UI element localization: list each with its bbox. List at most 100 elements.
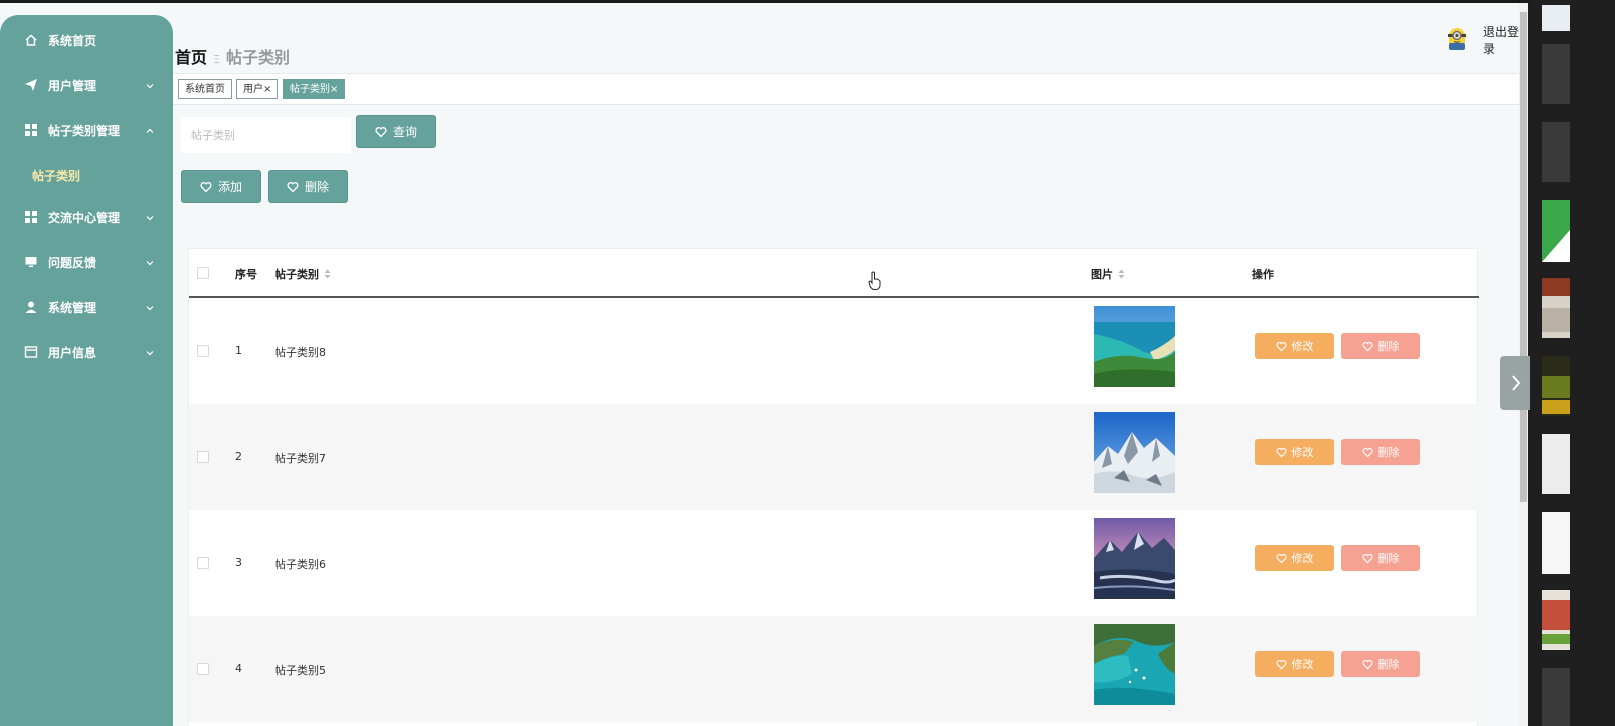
breadcrumb-home[interactable]: 首页 (175, 48, 207, 67)
column-header-category[interactable]: 帖子类别 (275, 266, 331, 282)
thumbnail[interactable] (1542, 122, 1570, 182)
edit-button[interactable]: 修改 (1255, 651, 1334, 677)
heart-icon (1361, 553, 1373, 563)
delete-button[interactable]: 删除 (1341, 439, 1420, 465)
row-category: 帖子类别6 (275, 558, 326, 571)
column-header-actions: 操作 (1252, 268, 1274, 281)
sidebar-item-user-info[interactable]: 用户信息 (0, 334, 173, 370)
mountain-lake-dusk-photo[interactable] (1094, 518, 1175, 599)
delete-button-label: 删除 (1377, 446, 1400, 459)
row-checkbox[interactable] (197, 345, 209, 357)
row-category: 帖子类别7 (275, 452, 326, 465)
sidebar-item-label: 帖子类别管理 (48, 123, 121, 138)
select-all-checkbox[interactable] (197, 267, 209, 279)
edit-button-label: 修改 (1291, 446, 1314, 459)
row-checkbox[interactable] (197, 663, 209, 675)
sidebar-item-exchange-center[interactable]: 交流中心管理 (0, 199, 173, 235)
next-panel-button[interactable] (1500, 356, 1532, 410)
tag-home[interactable]: 系统首页 (178, 79, 232, 99)
sort-icon (324, 269, 331, 279)
column-header-image[interactable]: 图片 (1091, 266, 1125, 282)
category-table: 序号 帖子类别 图片 操作 1 帖子类别8 修改 删除 2 帖子类别7 修改 删… (188, 248, 1479, 726)
thumbnail[interactable] (1542, 590, 1570, 650)
column-header-label: 图片 (1091, 268, 1113, 281)
thumbnail[interactable] (1542, 44, 1570, 104)
delete-button-label: 删除 (1377, 340, 1400, 353)
thumbnail[interactable] (1542, 200, 1570, 262)
column-header-index: 序号 (235, 268, 257, 281)
row-index: 2 (235, 450, 242, 463)
sidebar-item-label: 系统管理 (48, 300, 97, 315)
edit-button[interactable]: 修改 (1255, 333, 1334, 359)
heart-icon (1361, 447, 1373, 457)
breadcrumb: 首页 Ξ 帖子类别 (175, 44, 290, 68)
snowy-mountains-photo[interactable] (1094, 412, 1175, 493)
edit-button-label: 修改 (1291, 658, 1314, 671)
thumbnail[interactable] (1542, 434, 1570, 494)
edit-button-label: 修改 (1291, 340, 1314, 353)
thumbnail[interactable] (1542, 278, 1570, 338)
table-row: 2 帖子类别7 修改 删除 (189, 404, 1479, 510)
thumbnail[interactable] (1542, 668, 1570, 726)
sidebar: 系统首页 用户管理 帖子类别管理 帖子类别 交流中心管理 问题反馈 系统管理 用… (0, 15, 173, 726)
heart-icon (1275, 447, 1287, 457)
tag-user[interactable]: 用户× (236, 79, 279, 99)
hand-cursor-icon (868, 271, 881, 290)
delete-button[interactable]: 删除 (1341, 651, 1420, 677)
table-row: 4 帖子类别5 修改 删除 (189, 616, 1479, 722)
thumbnail[interactable] (1542, 356, 1570, 416)
sidebar-item-label: 问题反馈 (48, 255, 97, 270)
heart-icon (1275, 659, 1287, 669)
chevron-down-icon (145, 212, 155, 222)
card-icon (24, 345, 38, 359)
delete-button[interactable]: 删除 (1341, 545, 1420, 571)
sidebar-item-label: 交流中心管理 (48, 210, 121, 225)
sidebar-subitem-category[interactable]: 帖子类别 (32, 167, 80, 184)
chevron-down-icon (145, 257, 155, 267)
thumbnail[interactable] (1542, 5, 1570, 31)
home-icon (24, 33, 38, 47)
bulk-delete-button[interactable]: 删除 (268, 170, 348, 203)
delete-button[interactable]: 删除 (1341, 333, 1420, 359)
sidebar-item-label: 用户管理 (48, 78, 97, 93)
row-checkbox[interactable] (197, 451, 209, 463)
edit-button[interactable]: 修改 (1255, 545, 1334, 571)
row-index: 4 (235, 662, 242, 675)
heart-icon (200, 181, 212, 192)
category-search-input[interactable] (181, 117, 351, 153)
sidebar-item-label: 用户信息 (48, 345, 97, 360)
row-category: 帖子类别5 (275, 664, 326, 677)
paper-plane-icon (24, 78, 38, 92)
coastline-photo[interactable] (1094, 306, 1175, 387)
user-area: 退出登录 (1445, 23, 1528, 57)
chevron-right-icon (1512, 375, 1521, 391)
avatar[interactable] (1445, 26, 1469, 55)
row-checkbox[interactable] (197, 557, 209, 569)
tags-bar: 系统首页 用户× 帖子类别× (173, 73, 1528, 105)
chevron-up-icon (145, 125, 155, 135)
sidebar-item-user-management[interactable]: 用户管理 (0, 67, 173, 103)
breadcrumb-current: 帖子类别 (225, 48, 290, 67)
grid-icon (24, 123, 38, 137)
heart-icon (1361, 659, 1373, 669)
edit-button[interactable]: 修改 (1255, 439, 1334, 465)
heart-icon (287, 181, 299, 192)
monitor-icon (24, 255, 38, 269)
sidebar-item-home[interactable]: 系统首页 (0, 22, 173, 58)
sidebar-item-category-management[interactable]: 帖子类别管理 (0, 112, 173, 148)
query-button[interactable]: 查询 (356, 115, 436, 148)
add-button-label: 添加 (217, 180, 242, 194)
sidebar-item-feedback[interactable]: 问题反馈 (0, 244, 173, 280)
page-scrollbar-thumb[interactable] (1520, 12, 1527, 502)
turquoise-bay-photo[interactable] (1094, 624, 1175, 705)
table-header: 序号 帖子类别 图片 操作 (189, 249, 1479, 298)
thumbnail[interactable] (1542, 512, 1570, 574)
delete-button-label: 删除 (1377, 552, 1400, 565)
sidebar-item-label: 系统首页 (48, 33, 97, 48)
chevron-down-icon (145, 347, 155, 357)
sidebar-item-system-management[interactable]: 系统管理 (0, 289, 173, 325)
row-index: 1 (235, 344, 242, 357)
row-index: 3 (235, 556, 242, 569)
tag-category[interactable]: 帖子类别× (283, 79, 346, 99)
add-button[interactable]: 添加 (181, 170, 261, 203)
